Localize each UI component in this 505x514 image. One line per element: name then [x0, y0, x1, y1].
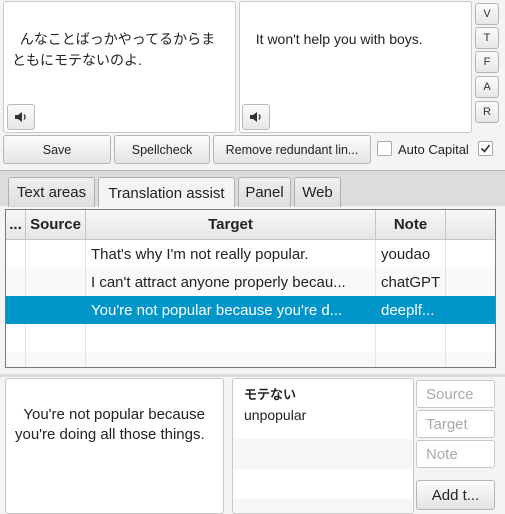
table-row-empty: [6, 324, 495, 352]
glossary-source-field[interactable]: Source: [416, 380, 495, 408]
target-text-area[interactable]: It won't help you with boys.: [239, 1, 472, 133]
glossary-note-field[interactable]: Note: [416, 440, 495, 468]
source-text: んなことばっかやってるからまともにモテないのよ.: [12, 31, 216, 68]
column-header-target[interactable]: Target: [86, 210, 376, 239]
auto-capital-checkbox[interactable]: [377, 141, 392, 156]
tab-panel[interactable]: Panel: [238, 177, 291, 207]
row-note: deeplf...: [376, 296, 446, 324]
glossary-list[interactable]: モテない unpopular: [232, 378, 414, 514]
column-header-empty: [446, 210, 495, 239]
translations-table[interactable]: ... Source Target Note That's why I'm no…: [5, 209, 496, 368]
table-row-empty: [6, 352, 495, 367]
detail-text: You're not popular because you're doing …: [15, 406, 210, 443]
add-glossary-button[interactable]: Add t...: [416, 480, 495, 510]
speaker-icon: [15, 112, 26, 122]
auto-capital-label: Auto Capital: [398, 142, 469, 157]
row-note: youdao: [376, 240, 446, 268]
side-button-r[interactable]: R: [475, 101, 499, 123]
table-row-selected[interactable]: You're not popular because you're d... d…: [6, 296, 495, 324]
column-header-source[interactable]: Source: [26, 210, 86, 239]
table-row[interactable]: That's why I'm not really popular. youda…: [6, 240, 495, 268]
checkmark-icon: [480, 144, 491, 153]
row-note: chatGPT: [376, 268, 446, 296]
tab-translation-assist[interactable]: Translation assist: [98, 177, 235, 208]
side-button-t[interactable]: T: [475, 27, 499, 49]
spellcheck-button[interactable]: Spellcheck: [114, 135, 210, 164]
remove-redundant-lines-button[interactable]: Remove redundant lin...: [213, 135, 371, 164]
side-button-v[interactable]: V: [475, 3, 499, 25]
extra-checkbox[interactable]: [478, 141, 493, 156]
source-speak-button[interactable]: [7, 104, 35, 130]
source-text-area[interactable]: んなことばっかやってるからまともにモテないのよ.: [3, 1, 236, 133]
glossary-meaning: unpopular: [244, 407, 307, 423]
detail-text-area[interactable]: You're not popular because you're doing …: [5, 378, 224, 514]
side-button-f[interactable]: F: [475, 51, 499, 73]
row-target: I can't attract anyone properly becau...: [86, 268, 376, 296]
target-text: It won't help you with boys.: [255, 31, 423, 47]
row-target: That's why I'm not really popular.: [86, 240, 376, 268]
save-button[interactable]: Save: [3, 135, 111, 164]
side-button-a[interactable]: A: [475, 76, 499, 98]
table-header: ... Source Target Note: [6, 210, 495, 240]
column-header-index[interactable]: ...: [6, 210, 26, 239]
row-target: You're not popular because you're d...: [86, 296, 376, 324]
tab-web[interactable]: Web: [294, 177, 341, 207]
tab-text-areas[interactable]: Text areas: [8, 177, 95, 207]
target-speak-button[interactable]: [242, 104, 270, 130]
bottom-divider: [0, 374, 505, 377]
glossary-entry[interactable]: モテない unpopular: [233, 379, 413, 439]
glossary-term: モテない: [244, 387, 297, 402]
table-row[interactable]: I can't attract anyone properly becau...…: [6, 268, 495, 296]
column-header-note[interactable]: Note: [376, 210, 446, 239]
speaker-icon: [250, 112, 261, 122]
glossary-target-field[interactable]: Target: [416, 410, 495, 438]
